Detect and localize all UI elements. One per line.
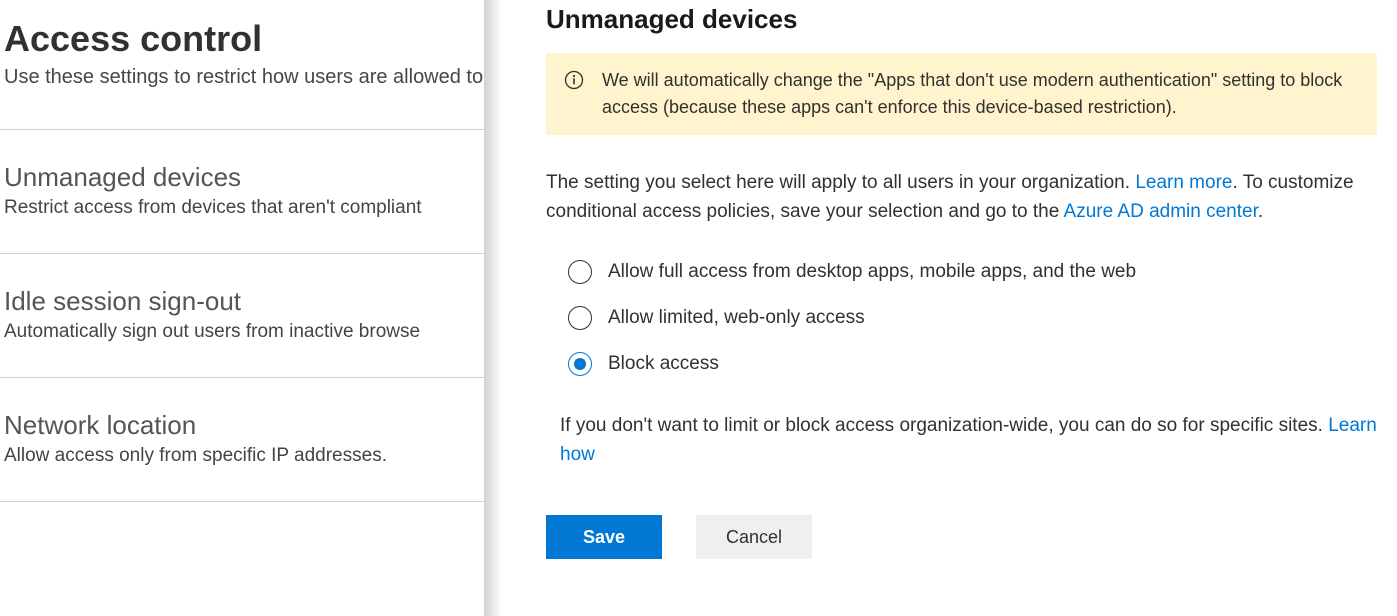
radio-icon xyxy=(568,306,592,330)
panel-description: The setting you select here will apply t… xyxy=(546,169,1377,226)
section-idle-session-sign-out[interactable]: Idle session sign-out Automatically sign… xyxy=(0,254,484,378)
section-title: Network location xyxy=(4,410,480,441)
radio-allow-full-access[interactable]: Allow full access from desktop apps, mob… xyxy=(568,260,1377,284)
access-control-list: Access control Use these settings to res… xyxy=(0,0,484,616)
section-unmanaged-devices[interactable]: Unmanaged devices Restrict access from d… xyxy=(0,130,484,254)
radio-icon xyxy=(568,352,592,376)
page-subtitle: Use these settings to restrict how users… xyxy=(0,66,484,89)
info-banner: We will automatically change the "Apps t… xyxy=(546,53,1377,135)
radio-label: Allow full access from desktop apps, mob… xyxy=(608,261,1136,283)
learn-more-link[interactable]: Learn more xyxy=(1135,172,1232,193)
section-desc: Restrict access from devices that aren't… xyxy=(4,197,480,219)
secondary-text-1: If you don't want to limit or block acce… xyxy=(560,415,1328,436)
radio-icon xyxy=(568,260,592,284)
info-icon xyxy=(564,70,584,90)
button-row: Save Cancel xyxy=(546,515,1377,559)
page-title: Access control xyxy=(0,18,484,60)
section-title: Unmanaged devices xyxy=(4,162,480,193)
section-desc: Allow access only from specific IP addre… xyxy=(4,445,480,467)
panel-title: Unmanaged devices xyxy=(546,4,1377,35)
azure-ad-admin-center-link[interactable]: Azure AD admin center xyxy=(1064,201,1258,222)
save-button[interactable]: Save xyxy=(546,515,662,559)
section-desc: Automatically sign out users from inacti… xyxy=(4,321,480,343)
cancel-button[interactable]: Cancel xyxy=(696,515,812,559)
radio-label: Allow limited, web-only access xyxy=(608,307,865,329)
section-title: Idle session sign-out xyxy=(4,286,480,317)
section-network-location[interactable]: Network location Allow access only from … xyxy=(0,378,484,502)
per-site-text: If you don't want to limit or block acce… xyxy=(546,412,1377,469)
radio-label: Block access xyxy=(608,353,719,375)
desc-text-1: The setting you select here will apply t… xyxy=(546,172,1135,193)
radio-allow-limited-access[interactable]: Allow limited, web-only access xyxy=(568,306,1377,330)
radio-block-access[interactable]: Block access xyxy=(568,352,1377,376)
access-options-radio-group: Allow full access from desktop apps, mob… xyxy=(546,260,1377,376)
unmanaged-devices-panel: Unmanaged devices We will automatically … xyxy=(484,0,1397,616)
info-text: We will automatically change the "Apps t… xyxy=(602,67,1357,121)
desc-text-3: . xyxy=(1258,201,1263,222)
